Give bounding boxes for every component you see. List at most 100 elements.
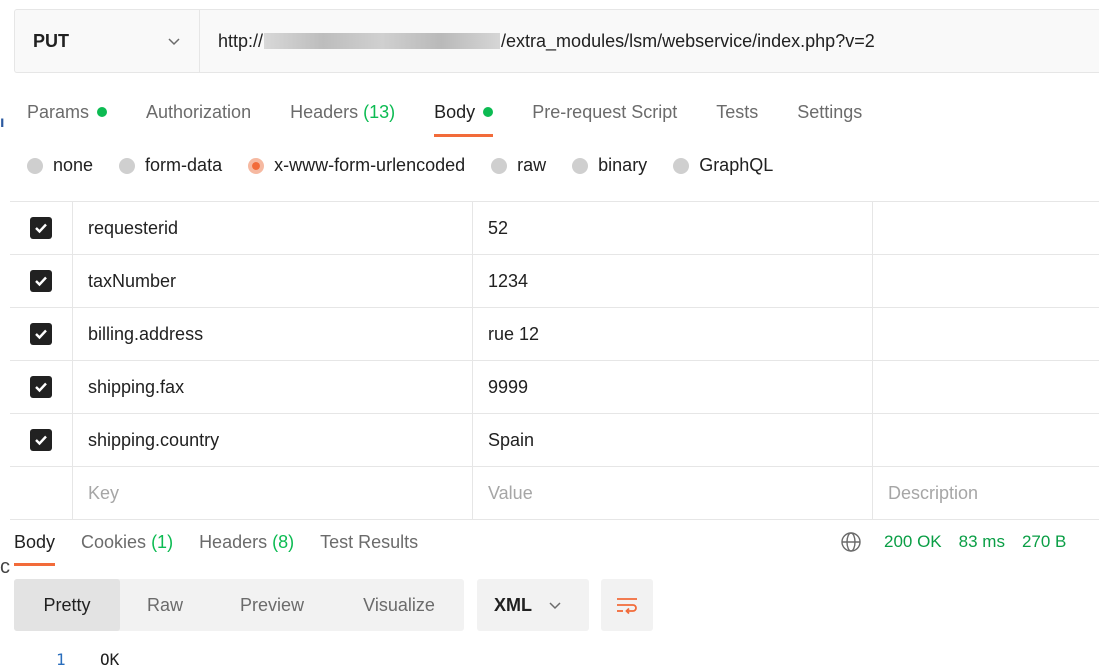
tab-authorization[interactable]: Authorization xyxy=(146,98,251,126)
response-tab-headers[interactable]: Headers (8) xyxy=(199,528,294,556)
checkbox-checked[interactable] xyxy=(30,323,52,345)
row-checkbox-cell xyxy=(10,361,73,413)
key-cell[interactable]: taxNumber xyxy=(73,255,473,307)
response-time[interactable]: 83 ms xyxy=(959,532,1005,552)
response-tabs: Body Cookies (1) Headers (8) Test Results xyxy=(14,528,444,566)
radio-binary[interactable]: binary xyxy=(572,155,647,176)
table-row: requesterid 52 xyxy=(10,202,1099,255)
description-cell[interactable] xyxy=(873,308,1099,360)
line-number: 1 xyxy=(56,650,66,668)
radio-none[interactable]: none xyxy=(27,155,93,176)
radio-graphql[interactable]: GraphQL xyxy=(673,155,773,176)
wrap-lines-button[interactable] xyxy=(601,579,653,631)
tab-settings[interactable]: Settings xyxy=(797,98,862,126)
tab-label: Tests xyxy=(716,101,759,122)
key-placeholder[interactable]: Key xyxy=(73,467,473,519)
url-input[interactable]: http:// /extra_modules/lsm/webservice/in… xyxy=(200,10,1099,72)
radio-x-www-form-urlencoded[interactable]: x-www-form-urlencoded xyxy=(248,155,465,176)
response-size[interactable]: 270 B xyxy=(1022,532,1066,552)
view-pretty-button[interactable]: Pretty xyxy=(14,579,120,631)
tab-label: Cookies xyxy=(81,531,147,552)
status-dot xyxy=(97,107,108,117)
response-body-editor[interactable]: 1 OK xyxy=(56,650,119,668)
view-raw-button[interactable]: Raw xyxy=(120,579,210,631)
key-cell[interactable]: shipping.fax xyxy=(73,361,473,413)
description-cell[interactable] xyxy=(873,255,1099,307)
table-row: billing.address rue 12 xyxy=(10,308,1099,361)
description-cell[interactable] xyxy=(873,202,1099,254)
radio-label: x-www-form-urlencoded xyxy=(274,155,466,175)
view-mode-segmented: Pretty Raw Preview Visualize xyxy=(14,579,464,631)
tab-params[interactable]: Params xyxy=(27,98,108,126)
value-cell[interactable]: 1234 xyxy=(473,255,873,307)
view-preview-button[interactable]: Preview xyxy=(210,579,334,631)
radio-circle xyxy=(572,157,589,174)
table-row: shipping.country Spain xyxy=(10,414,1099,467)
radio-raw[interactable]: raw xyxy=(491,155,546,176)
checkbox-checked[interactable] xyxy=(30,217,52,239)
check-icon xyxy=(35,276,47,287)
table-row: taxNumber 1234 xyxy=(10,255,1099,308)
response-tab-body[interactable]: Body xyxy=(14,528,56,566)
view-visualize-button[interactable]: Visualize xyxy=(334,579,464,631)
url-path: /extra_modules/lsm/webservice/index.php?… xyxy=(501,30,875,51)
tab-label: Body xyxy=(14,531,56,552)
url-prefix: http:// xyxy=(218,30,264,51)
checkbox-checked[interactable] xyxy=(30,376,52,398)
response-tab-test-results[interactable]: Test Results xyxy=(320,528,418,556)
radio-circle-selected xyxy=(248,157,265,174)
row-checkbox-cell xyxy=(10,414,73,466)
radio-circle xyxy=(27,157,43,174)
tab-tests[interactable]: Tests xyxy=(716,98,758,126)
response-tab-cookies[interactable]: Cookies (1) xyxy=(81,528,173,556)
tab-headers[interactable]: Headers (13) xyxy=(290,98,395,126)
radio-label: GraphQL xyxy=(699,155,774,175)
tab-label: Params xyxy=(27,101,90,122)
body-type-radio-group: none form-data x-www-form-urlencoded raw… xyxy=(27,155,799,176)
table-row-new: Key Value Description xyxy=(10,467,1099,520)
chevron-down-icon xyxy=(549,602,561,610)
row-checkbox-cell xyxy=(10,255,73,307)
status-code[interactable]: 200 OK xyxy=(884,532,942,552)
radio-form-data[interactable]: form-data xyxy=(119,155,222,176)
format-label: XML xyxy=(494,594,532,615)
tab-count: (13) xyxy=(363,101,396,122)
checkbox-checked[interactable] xyxy=(30,429,52,451)
params-table: requesterid 52 taxNumber 1234 billing.ad… xyxy=(10,201,1099,520)
value-cell[interactable]: Spain xyxy=(473,414,873,466)
tab-pre-request-script[interactable]: Pre-request Script xyxy=(532,98,677,126)
check-icon xyxy=(35,435,47,446)
tab-label: Headers xyxy=(199,531,268,552)
description-cell[interactable] xyxy=(873,414,1099,466)
row-checkbox-cell xyxy=(10,308,73,360)
key-cell[interactable]: shipping.country xyxy=(73,414,473,466)
check-icon xyxy=(35,329,47,340)
response-status-bar: 200 OK 83 ms 270 B xyxy=(840,528,1083,556)
wrap-lines-icon xyxy=(617,598,637,615)
radio-label: form-data xyxy=(145,155,223,175)
tab-label: Headers xyxy=(290,101,359,122)
code-line: OK xyxy=(100,650,120,668)
table-row: shipping.fax 9999 xyxy=(10,361,1099,414)
radio-circle xyxy=(673,157,690,174)
tab-label: Test Results xyxy=(320,531,419,552)
check-icon xyxy=(35,223,47,234)
checkbox-checked[interactable] xyxy=(30,270,52,292)
status-dot xyxy=(483,107,494,117)
tab-label: Authorization xyxy=(146,101,252,122)
format-select[interactable]: XML xyxy=(477,579,589,631)
value-cell[interactable]: rue 12 xyxy=(473,308,873,360)
description-placeholder[interactable]: Description xyxy=(873,467,1099,519)
description-cell[interactable] xyxy=(873,361,1099,413)
value-cell[interactable]: 9999 xyxy=(473,361,873,413)
request-tabs: Params Authorization Headers (13) Body P… xyxy=(27,98,901,137)
radio-circle xyxy=(119,157,136,174)
key-cell[interactable]: billing.address xyxy=(73,308,473,360)
request-url-bar: PUT http:// /extra_modules/lsm/webservic… xyxy=(14,9,1099,73)
globe-icon[interactable] xyxy=(840,531,862,553)
value-cell[interactable]: 52 xyxy=(473,202,873,254)
tab-body[interactable]: Body xyxy=(434,98,494,137)
value-placeholder[interactable]: Value xyxy=(473,467,873,519)
method-select[interactable]: PUT xyxy=(15,10,200,72)
key-cell[interactable]: requesterid xyxy=(73,202,473,254)
